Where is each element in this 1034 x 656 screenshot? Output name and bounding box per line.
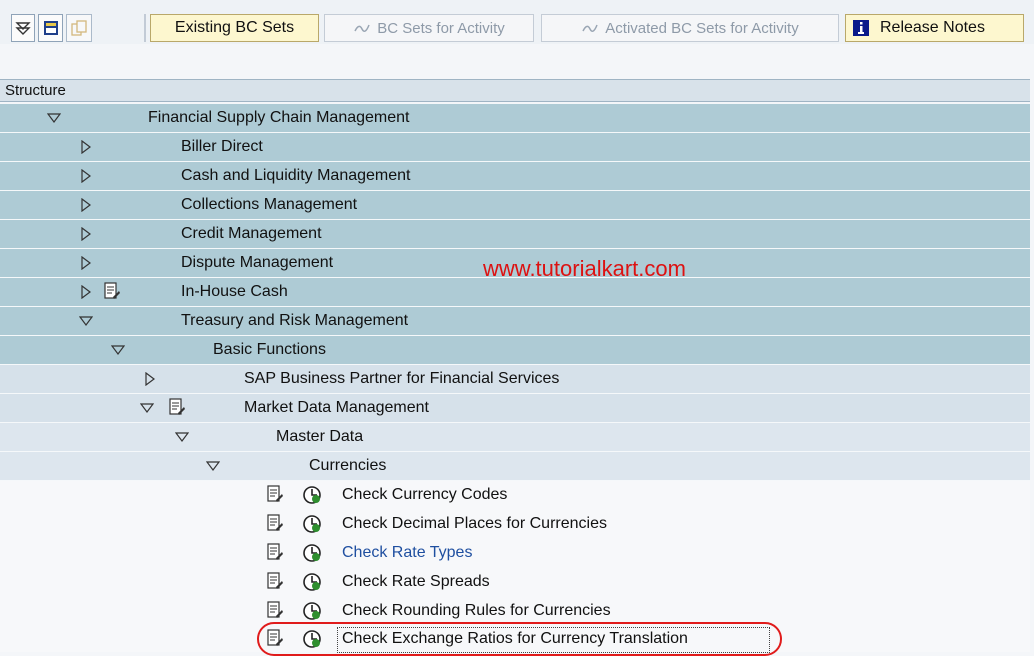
- collapse-arrow-icon[interactable]: [140, 401, 154, 415]
- tree-node[interactable]: In-House Cash: [0, 278, 1030, 307]
- tree-node-label: Currencies: [309, 457, 387, 474]
- documentation-icon[interactable]: [266, 514, 284, 534]
- tree-node-label: In-House Cash: [181, 283, 288, 300]
- structure-header: Structure: [0, 79, 1030, 102]
- tree-node-label: SAP Business Partner for Financial Servi…: [244, 370, 560, 387]
- info-icon: [853, 20, 869, 36]
- execute-activity-icon[interactable]: [302, 572, 322, 592]
- documentation-icon[interactable]: [266, 543, 284, 563]
- activity-row[interactable]: Check Decimal Places for Currencies: [0, 510, 1030, 539]
- activity-label: Check Rate Spreads: [342, 573, 490, 590]
- bc-sets-for-activity-button[interactable]: BC Sets for Activity: [324, 14, 534, 42]
- activated-bc-sets-button[interactable]: Activated BC Sets for Activity: [541, 14, 839, 42]
- expand-arrow-icon[interactable]: [79, 256, 93, 270]
- tree-node-label: Financial Supply Chain Management: [148, 109, 410, 126]
- execute-activity-icon[interactable]: [302, 601, 322, 621]
- expand-arrow-icon[interactable]: [79, 285, 93, 299]
- bc-set-icon: [354, 24, 370, 32]
- execute-activity-icon[interactable]: [302, 543, 322, 563]
- bc-set-icon: [582, 24, 598, 32]
- documentation-icon[interactable]: [266, 485, 284, 505]
- activated-bc-sets-label: Activated BC Sets for Activity: [605, 19, 799, 37]
- expand-arrow-icon[interactable]: [143, 372, 157, 386]
- tree-node[interactable]: Collections Management: [0, 191, 1030, 220]
- tree-node-label: Cash and Liquidity Management: [181, 167, 411, 184]
- copy-icon: [71, 20, 87, 36]
- document-icon: [43, 21, 58, 35]
- open-document-button[interactable]: [38, 14, 63, 42]
- collapse-arrow-icon[interactable]: [47, 111, 61, 125]
- tree-node-label: Master Data: [276, 428, 364, 445]
- activity-label: Check Currency Codes: [342, 486, 508, 503]
- activity-row[interactable]: Check Rate Spreads: [0, 568, 1030, 597]
- activity-label: Check Rounding Rules for Currencies: [342, 602, 611, 619]
- tree-node[interactable]: Basic Functions: [0, 336, 1030, 365]
- existing-bc-sets-label: Existing BC Sets: [174, 19, 295, 36]
- collapse-arrow-icon[interactable]: [206, 459, 220, 473]
- expand-arrow-icon[interactable]: [79, 198, 93, 212]
- highlight-circle: [257, 622, 782, 656]
- activity-label: Check Decimal Places for Currencies: [342, 515, 607, 532]
- expand-all-icon: [15, 22, 31, 35]
- tree-node-label: Credit Management: [181, 225, 322, 242]
- execute-activity-icon[interactable]: [302, 514, 322, 534]
- documentation-icon[interactable]: [103, 282, 121, 302]
- release-notes-label: Release Notes: [880, 19, 985, 36]
- documentation-icon[interactable]: [266, 572, 284, 592]
- tree-node[interactable]: Financial Supply Chain Management: [0, 104, 1030, 133]
- tree-node[interactable]: Biller Direct: [0, 133, 1030, 162]
- execute-activity-icon[interactable]: [302, 485, 322, 505]
- tree-node-label: Biller Direct: [181, 138, 263, 155]
- release-notes-button[interactable]: Release Notes: [845, 14, 1024, 42]
- tree-node-label: Basic Functions: [213, 341, 326, 358]
- documentation-icon[interactable]: [168, 398, 186, 418]
- activity-row[interactable]: Check Currency Codes: [0, 481, 1030, 510]
- tree-node[interactable]: SAP Business Partner for Financial Servi…: [0, 365, 1030, 394]
- copy-button[interactable]: [66, 14, 92, 42]
- collapse-arrow-icon[interactable]: [111, 343, 125, 357]
- tree-node-label: Market Data Management: [244, 399, 429, 416]
- tree-node-label: Collections Management: [181, 196, 358, 213]
- activity-row[interactable]: Check Rate Types: [0, 539, 1030, 568]
- existing-bc-sets-button[interactable]: Existing BC Sets: [150, 14, 319, 42]
- expand-all-button[interactable]: [11, 14, 35, 42]
- activity-label: Check Rate Types: [342, 544, 473, 561]
- expand-arrow-icon[interactable]: [79, 140, 93, 154]
- tree-node[interactable]: Master Data: [0, 423, 1030, 452]
- structure-header-label: Structure: [5, 82, 66, 99]
- toolbar: Existing BC Sets BC Sets for Activity Ac…: [0, 0, 1034, 44]
- expand-arrow-icon[interactable]: [79, 169, 93, 183]
- watermark: www.tutorialkart.com: [483, 256, 686, 281]
- tree-node[interactable]: Cash and Liquidity Management: [0, 162, 1030, 191]
- tree-node-label: Dispute Management: [181, 254, 334, 271]
- bc-sets-for-activity-label: BC Sets for Activity: [377, 19, 505, 37]
- tree-node[interactable]: Treasury and Risk Management: [0, 307, 1030, 336]
- tree-node[interactable]: Credit Management: [0, 220, 1030, 249]
- collapse-arrow-icon[interactable]: [175, 430, 189, 444]
- collapse-arrow-icon[interactable]: [79, 314, 93, 328]
- tree-node-label: Treasury and Risk Management: [181, 312, 409, 329]
- expand-arrow-icon[interactable]: [79, 227, 93, 241]
- tree-node[interactable]: Market Data Management: [0, 394, 1030, 423]
- toolbar-separator: [144, 14, 146, 42]
- documentation-icon[interactable]: [266, 601, 284, 621]
- tree-node[interactable]: Currencies: [0, 452, 1030, 481]
